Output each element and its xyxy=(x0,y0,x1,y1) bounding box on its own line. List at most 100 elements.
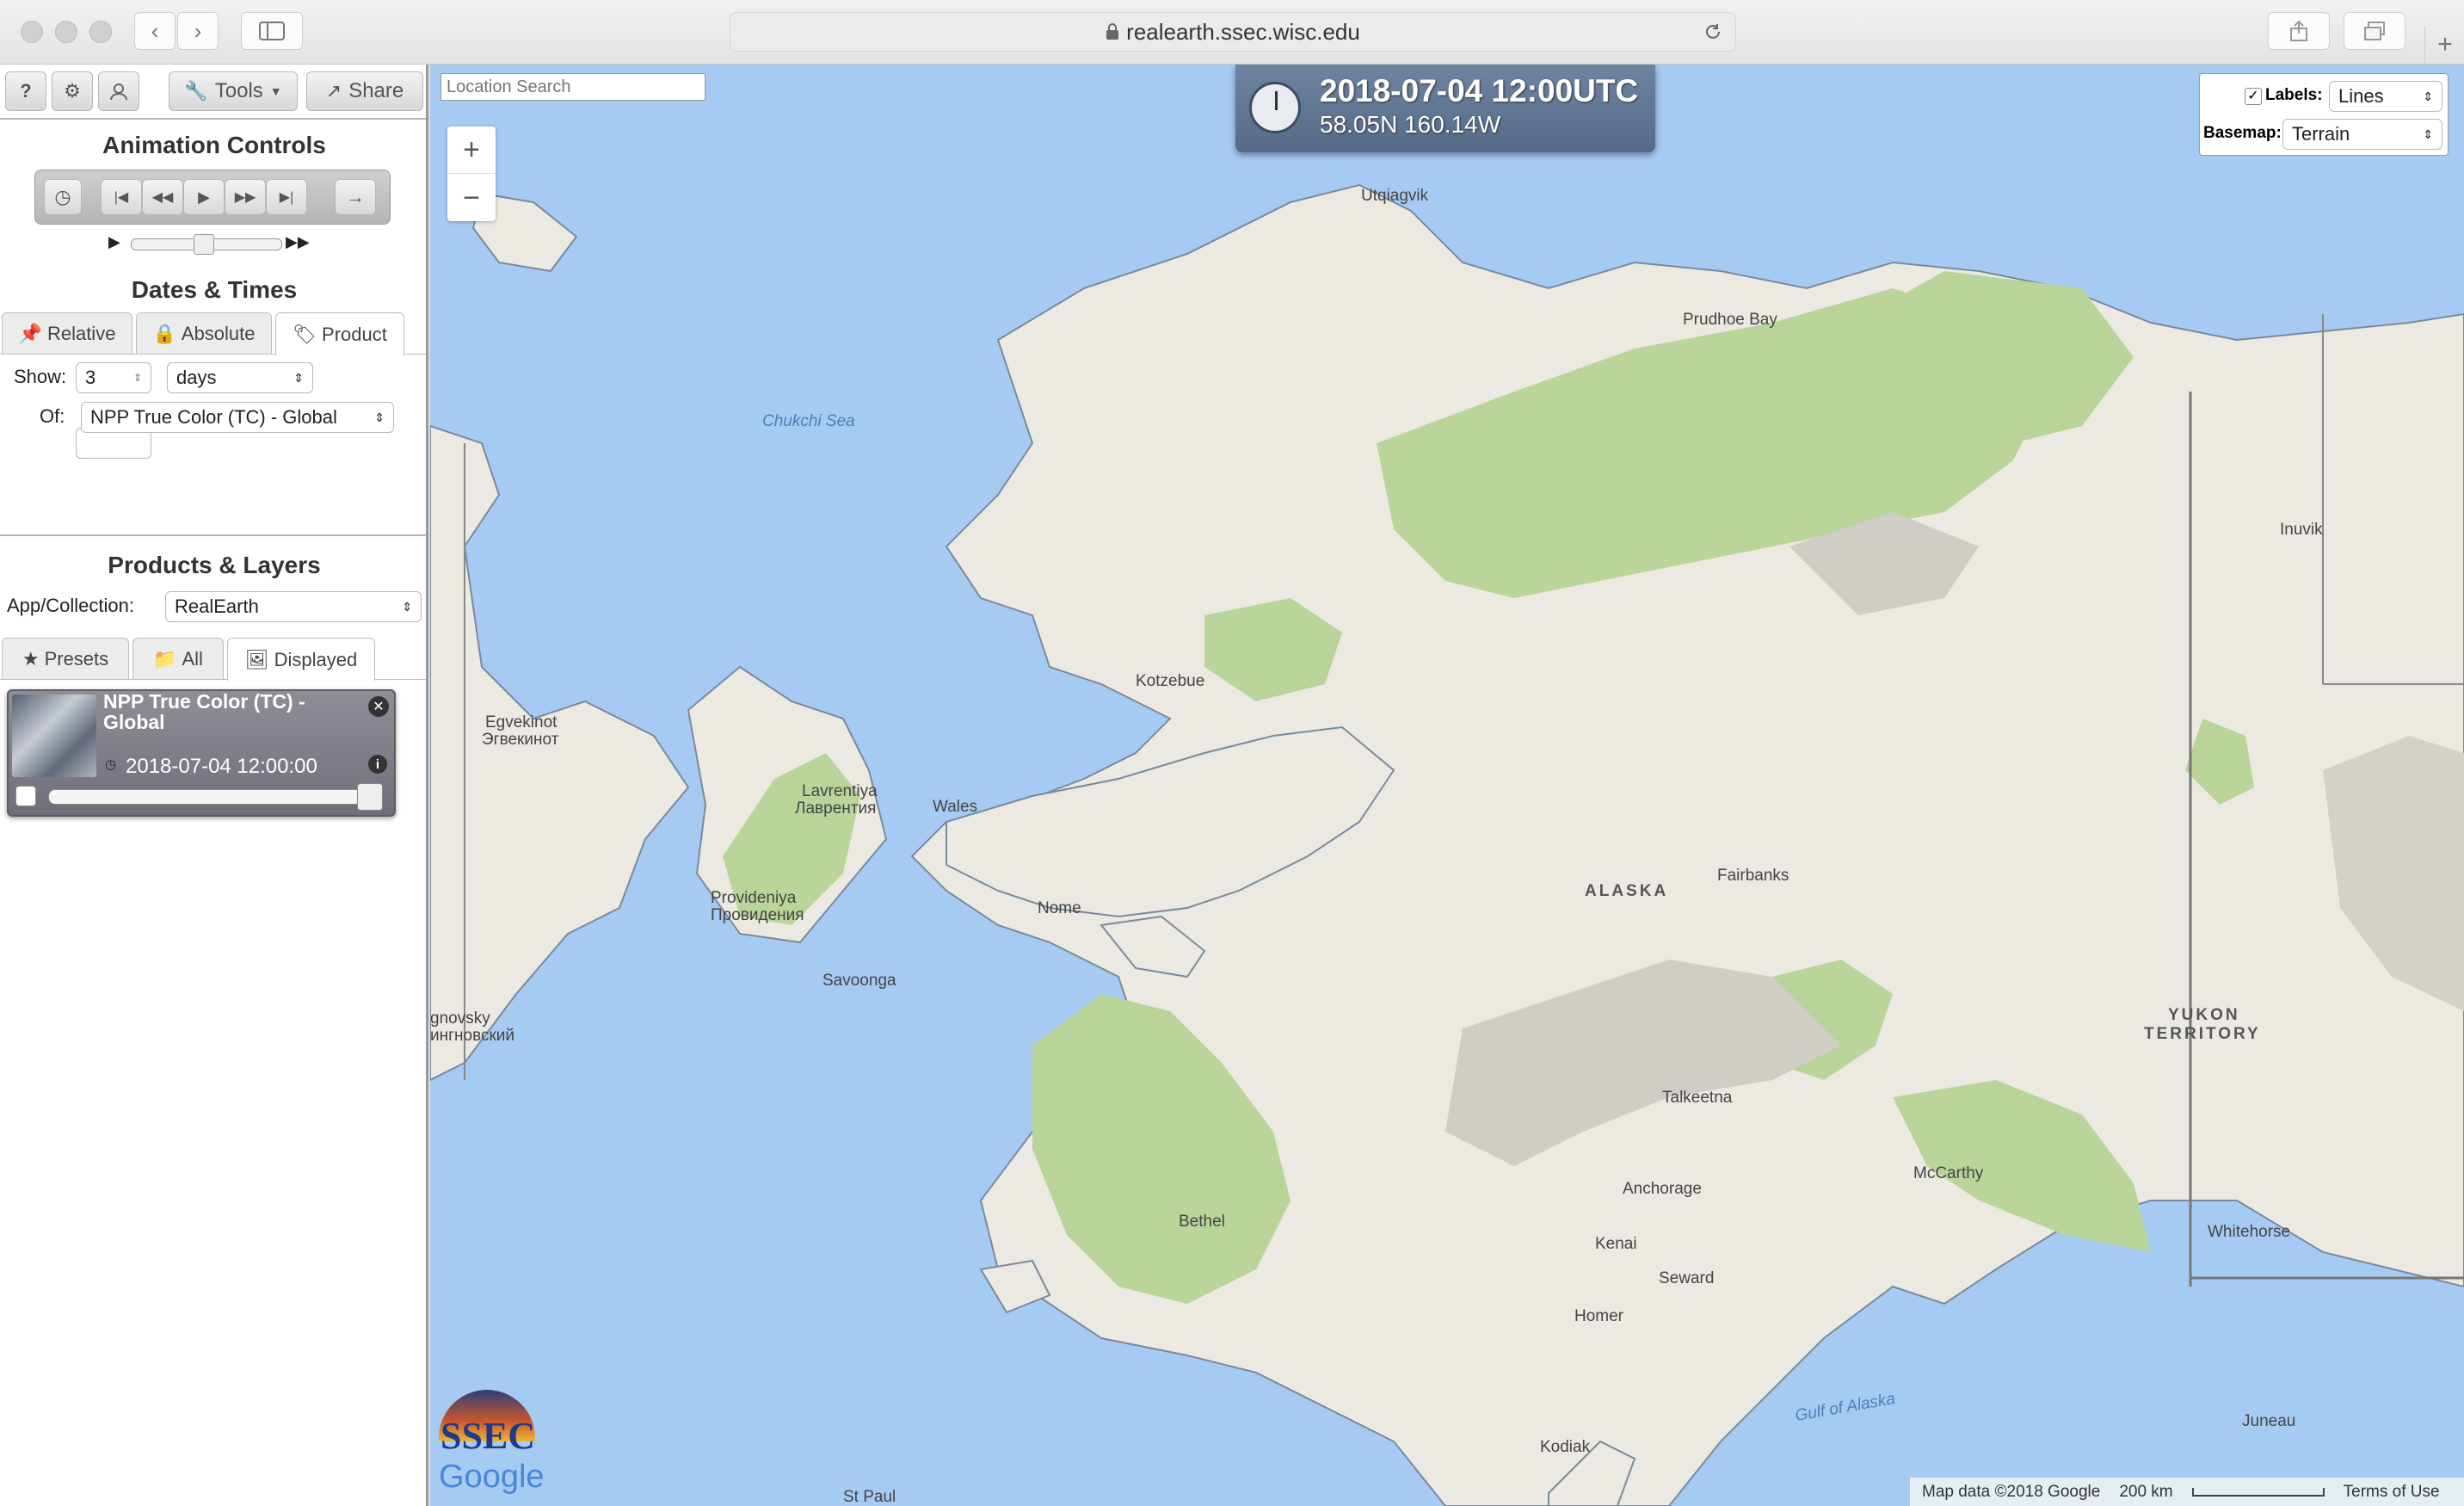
step-forward-button[interactable]: ▶▶ xyxy=(225,179,266,215)
basemap-value: Terrain xyxy=(2292,123,2350,145)
of-label: Of: xyxy=(40,405,65,427)
labels-select[interactable]: Lines ⇕ xyxy=(2329,81,2442,112)
layer-card[interactable]: NPP True Color (TC) - Global ✕ ◷ 2018-07… xyxy=(7,689,396,817)
select-arrows-icon: ⇕ xyxy=(374,410,385,424)
zoom-controls: + − xyxy=(447,127,496,221)
help-button[interactable]: ? xyxy=(5,71,46,111)
place-label: Utqiagvik xyxy=(1361,187,1429,205)
place-label: Bethel xyxy=(1179,1213,1225,1231)
select-arrows-icon: ⇕ xyxy=(402,599,412,614)
layer-opacity-slider[interactable] xyxy=(48,783,383,811)
info-icon[interactable]: i xyxy=(368,755,387,774)
ssec-logo-text: SSEC xyxy=(440,1415,536,1457)
arrow-right-icon: → xyxy=(346,186,365,207)
share-icon xyxy=(2290,20,2307,41)
first-frame-button[interactable]: |◀ xyxy=(101,179,142,215)
tab-product[interactable]: 🏷 Product xyxy=(275,312,404,355)
tab-all[interactable]: 📁 All xyxy=(132,638,224,679)
skip-start-icon: |◀ xyxy=(114,190,129,205)
share-label: Share xyxy=(348,79,404,102)
tab-displayed[interactable]: 🖼 Displayed xyxy=(227,638,375,681)
of-product-select[interactable]: NPP True Color (TC) - Global ⇕ xyxy=(81,402,394,433)
opacity-slider-handle[interactable] xyxy=(357,783,383,811)
settings-button[interactable]: ⚙ xyxy=(52,71,93,111)
caret-down-icon: ▼ xyxy=(269,84,282,98)
labels-checkbox[interactable]: ✓ xyxy=(2245,88,2262,105)
share-button[interactable]: ↗ Share xyxy=(306,71,423,111)
map-view[interactable]: Utqiagvik Prudhoe Bay Chukchi Sea Inuvik… xyxy=(430,65,2464,1506)
zoom-window-icon[interactable] xyxy=(89,21,112,43)
user-button[interactable] xyxy=(98,71,139,111)
close-window-icon[interactable] xyxy=(21,21,43,43)
place-label: Prudhoe Bay xyxy=(1683,311,1777,329)
place-label: ингновский xyxy=(430,1027,515,1045)
place-label: Inuvik xyxy=(2280,521,2323,539)
clock-button[interactable]: ◷ xyxy=(44,179,82,215)
pin-icon: 📌 xyxy=(18,322,42,344)
layer-time: 2018-07-04 12:00:00 xyxy=(126,755,317,778)
show-tabs-button[interactable] xyxy=(2344,12,2405,50)
collection-label: App/Collection: xyxy=(7,595,134,616)
external-link-icon: ↗ xyxy=(325,80,342,102)
basemap-select[interactable]: Terrain ⇕ xyxy=(2282,119,2442,150)
tools-menu-button[interactable]: 🔧 Tools ▼ xyxy=(169,71,298,111)
show-unit-value: days xyxy=(176,367,217,388)
place-label: Savoonga xyxy=(822,972,896,990)
back-button[interactable]: ‹ xyxy=(134,12,176,50)
minimize-window-icon[interactable] xyxy=(55,21,77,43)
lock-icon xyxy=(1106,23,1119,40)
zoom-out-button[interactable]: − xyxy=(447,175,496,221)
step-back-button[interactable]: ◀◀ xyxy=(142,179,183,215)
show-count-input[interactable]: 3 ⇕ xyxy=(76,362,151,393)
tab-all-label: All xyxy=(182,647,203,670)
place-label: TERRITORY xyxy=(2144,1025,2261,1043)
tab-presets-label: Presets xyxy=(44,647,109,670)
remove-layer-icon[interactable]: ✕ xyxy=(368,696,389,717)
animation-controls-title: Animation Controls xyxy=(102,132,326,158)
select-arrows-icon: ⇕ xyxy=(293,370,304,385)
place-label: Juneau xyxy=(2242,1412,2296,1430)
tools-label: Tools xyxy=(214,79,263,102)
share-page-button[interactable] xyxy=(2268,12,2330,50)
zoom-in-button[interactable]: + xyxy=(447,127,496,174)
layer-thumbnail xyxy=(12,694,96,777)
terms-link[interactable]: Terms of Use xyxy=(2344,1483,2440,1502)
clock-icon xyxy=(1249,82,1301,133)
select-arrows-icon: ⇕ xyxy=(2423,89,2433,103)
time-display: 2018-07-04 12:00UTC 58.05N 160.14W xyxy=(1235,65,1655,152)
user-icon xyxy=(110,83,127,101)
tab-absolute[interactable]: 🔒 Absolute xyxy=(136,312,272,354)
star-icon: ★ xyxy=(22,647,40,670)
speed-slider[interactable] xyxy=(131,234,282,255)
reload-icon[interactable] xyxy=(1703,22,1723,42)
place-label: Anchorage xyxy=(1623,1180,1702,1198)
forward-button[interactable]: › xyxy=(177,12,219,50)
loop-button[interactable]: → xyxy=(335,179,376,215)
sidebar-toggle-button[interactable] xyxy=(241,12,303,50)
place-label: Nome xyxy=(1038,899,1081,917)
basemap-panel: ✓ Labels: Lines ⇕ Basemap: Terrain ⇕ xyxy=(2199,73,2449,156)
browser-toolbar: ‹ › realearth.ssec.wisc.edu + xyxy=(0,0,2464,65)
tab-presets[interactable]: ★ Presets xyxy=(2,638,129,679)
location-search-input[interactable] xyxy=(440,73,705,101)
chevron-left-icon: ‹ xyxy=(151,17,159,44)
place-label: Wales xyxy=(933,798,978,816)
basemap-label: Basemap: xyxy=(2203,124,2282,142)
place-label: Talkeetna xyxy=(1662,1089,1733,1107)
plus-icon: + xyxy=(2437,30,2453,59)
address-bar[interactable]: realearth.ssec.wisc.edu xyxy=(730,12,1736,52)
play-button[interactable]: ▶ xyxy=(183,179,225,215)
place-label: gnovsky xyxy=(430,1009,490,1028)
folder-icon: 📁 xyxy=(153,647,177,670)
last-frame-button[interactable]: ▶| xyxy=(266,179,307,215)
coords-label: 58.05N 160.14W xyxy=(1320,111,1501,138)
layer-visibility-checkbox[interactable] xyxy=(15,786,36,806)
tab-relative[interactable]: 📌 Relative xyxy=(2,312,132,354)
new-tab-button[interactable]: + xyxy=(2424,26,2464,64)
terrain-basemap xyxy=(430,183,2464,1506)
show-unit-select[interactable]: days ⇕ xyxy=(167,362,313,393)
collection-select[interactable]: RealEarth ⇕ xyxy=(165,591,422,622)
place-label: McCarthy xyxy=(1913,1164,1984,1182)
rewind-icon: ◀◀ xyxy=(151,190,174,205)
speed-slider-handle[interactable] xyxy=(194,234,214,255)
